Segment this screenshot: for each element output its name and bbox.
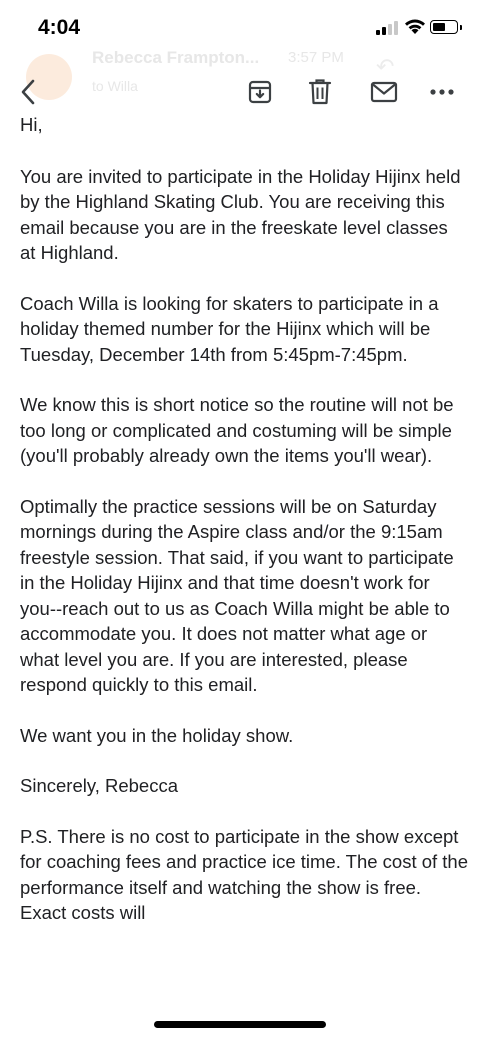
cellular-signal-icon	[376, 21, 400, 35]
trash-icon	[308, 79, 332, 105]
home-indicator[interactable]	[154, 1021, 326, 1028]
email-paragraph: We want you in the holiday show.	[20, 724, 294, 746]
email-body: Hi, You are invited to participate in th…	[20, 112, 468, 951]
recipient-line: to Willa	[92, 78, 138, 94]
archive-icon	[248, 80, 272, 104]
battery-icon	[430, 20, 458, 34]
email-paragraph: We know this is short notice so the rout…	[20, 394, 454, 466]
email-paragraph: Optimally the practice sessions will be …	[20, 495, 454, 696]
email-postscript: P.S. There is no cost to participate in …	[20, 825, 469, 924]
back-button[interactable]	[10, 74, 46, 110]
chevron-left-icon	[21, 79, 35, 105]
mark-unread-button[interactable]	[366, 74, 402, 110]
email-paragraph: Coach Willa is looking for skaters to pa…	[20, 292, 439, 365]
email-paragraph: Hi,	[20, 114, 43, 135]
email-paragraph: You are invited to participate in the Ho…	[20, 165, 461, 264]
mail-icon	[370, 81, 398, 103]
email-signature: Sincerely, Rebecca	[20, 775, 179, 796]
more-horizontal-icon	[430, 89, 454, 95]
sender-name: Rebecca Frampton...	[92, 48, 260, 67]
email-time: 3:57 PM	[288, 49, 344, 66]
battery-cap	[460, 25, 462, 30]
delete-button[interactable]	[302, 74, 338, 110]
wifi-icon	[405, 19, 425, 34]
archive-button[interactable]	[242, 74, 278, 110]
more-options-button[interactable]	[424, 74, 460, 110]
status-time: 4:04	[38, 16, 81, 39]
